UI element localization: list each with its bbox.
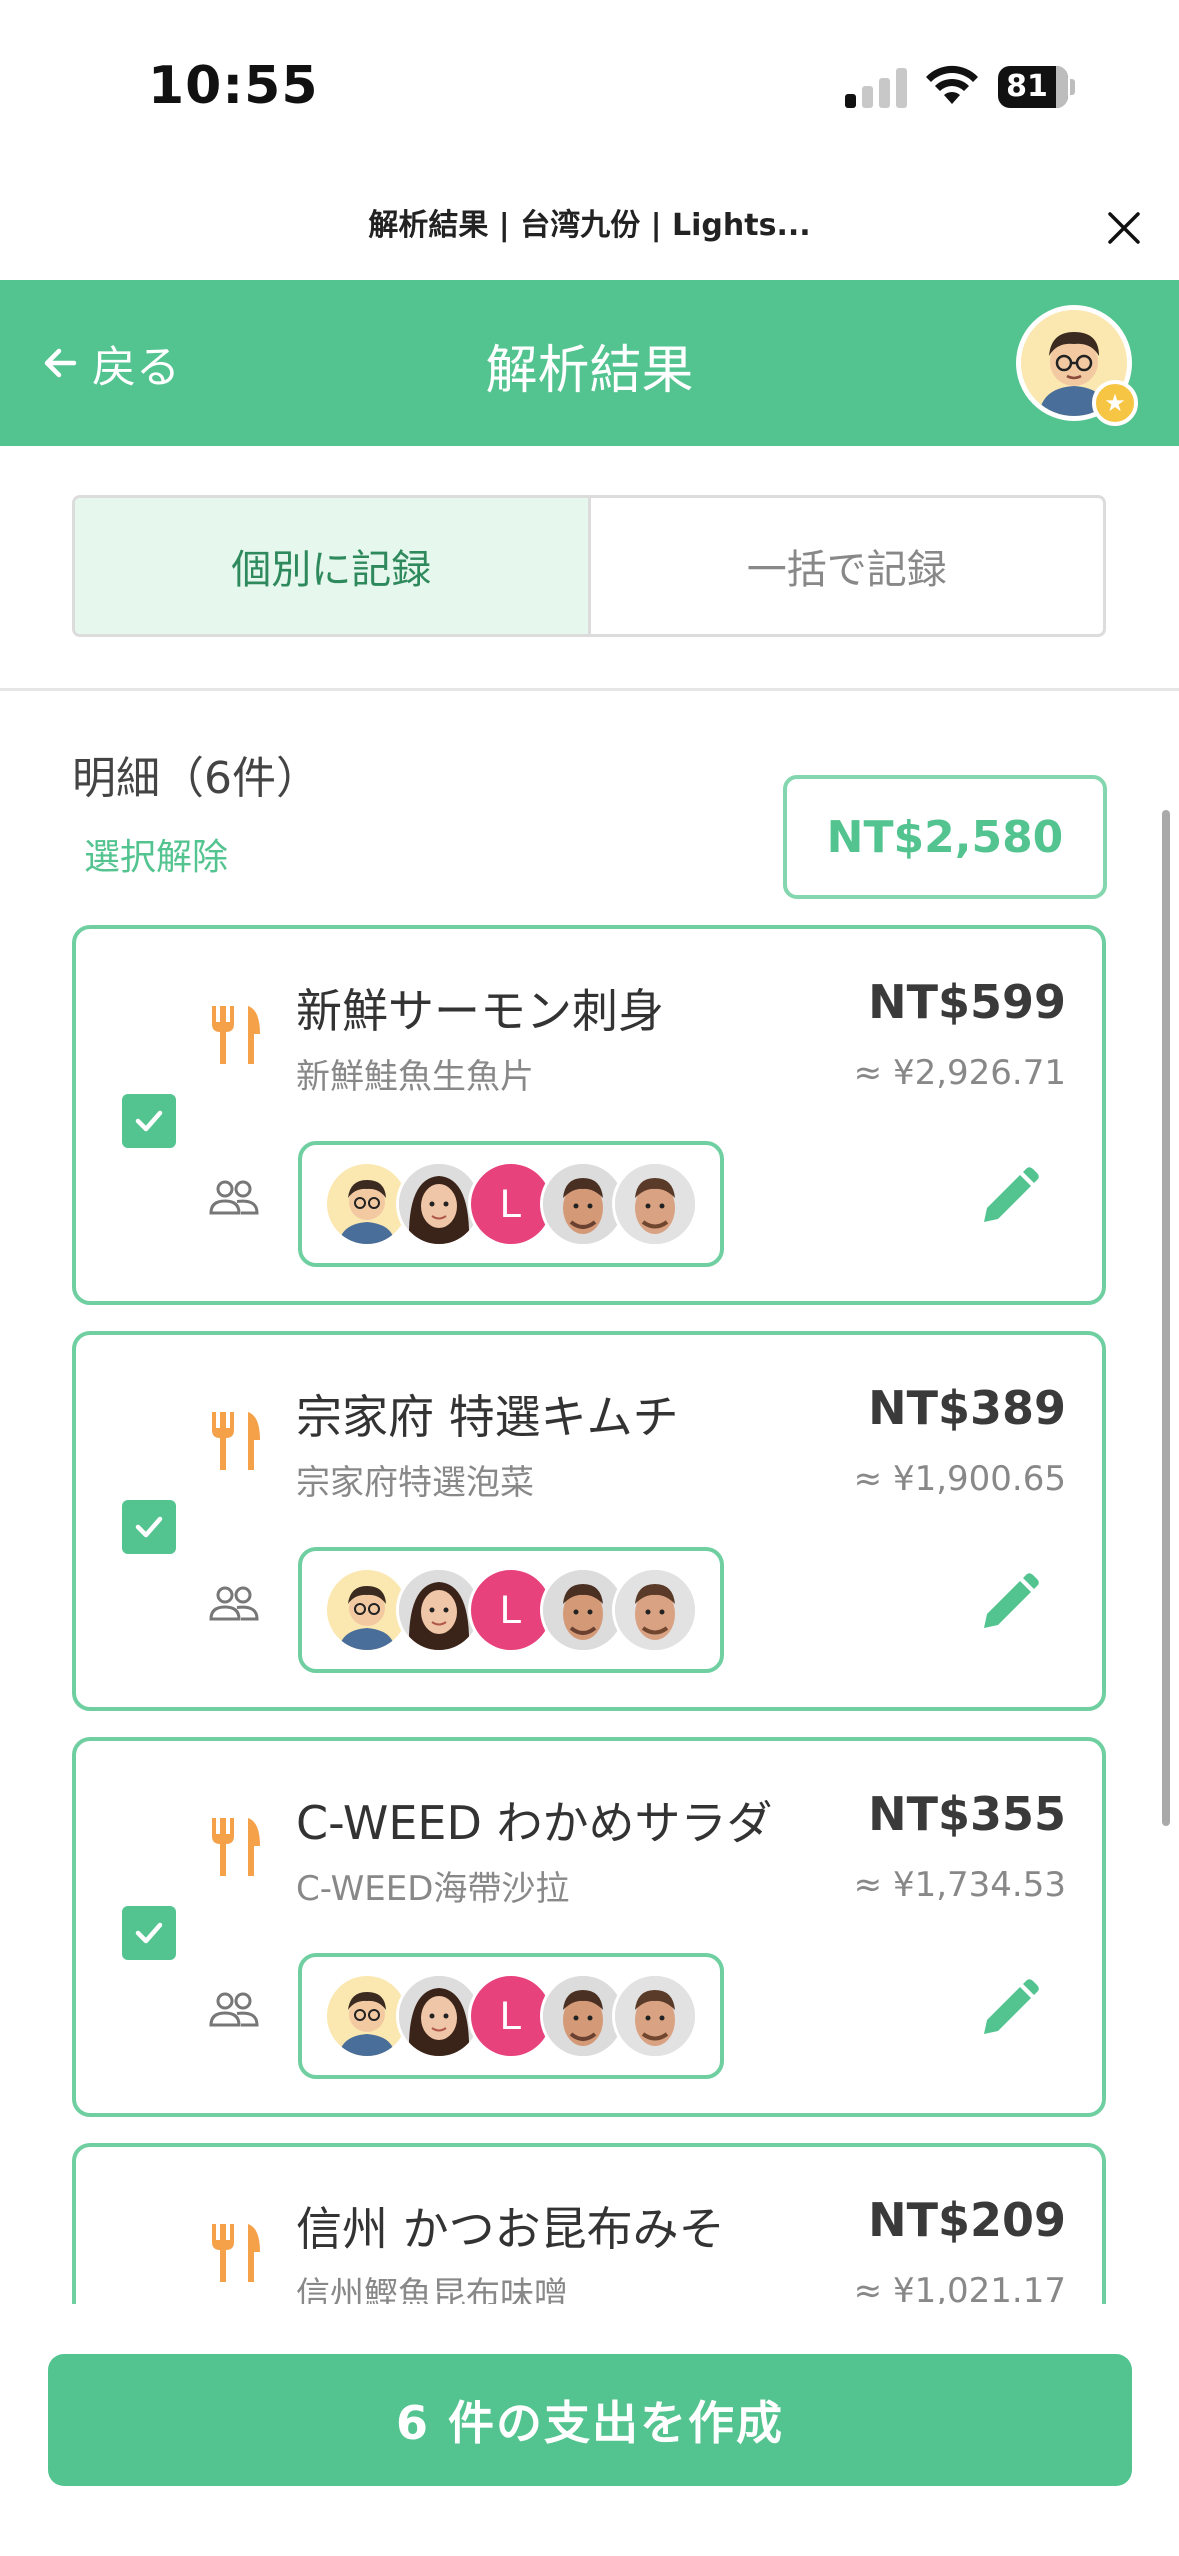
battery-level: 81 bbox=[1006, 69, 1048, 104]
total-amount: NT$2,580 bbox=[783, 775, 1107, 899]
record-mode-tabs: 個別に記録 一括で記録 bbox=[72, 495, 1106, 637]
fork-knife-icon bbox=[212, 2224, 260, 2282]
item-checkbox[interactable] bbox=[122, 1500, 176, 1554]
back-arrow-icon bbox=[44, 348, 77, 378]
participant-selector[interactable]: L bbox=[298, 1953, 724, 2079]
status-bar: 10:55 81 bbox=[0, 0, 1179, 170]
item-list: 新鮮サーモン刺身 新鮮鮭魚生魚片 NT$599 ≈ ¥2,926.71 L 宗家… bbox=[0, 920, 1179, 2304]
checkmark-icon bbox=[135, 1922, 163, 1944]
item-card[interactable]: 新鮮サーモン刺身 新鮮鮭魚生魚片 NT$599 ≈ ¥2,926.71 L bbox=[72, 925, 1106, 1305]
item-yen-equivalent: ≈ ¥1,021.17 bbox=[853, 2271, 1066, 2304]
participant-selector[interactable]: L bbox=[298, 1141, 724, 1267]
item-yen-equivalent: ≈ ¥1,734.53 bbox=[853, 1865, 1066, 1905]
bottom-bar: 6 件の支出を作成 bbox=[0, 2304, 1179, 2556]
browser-title: 解析結果 | 台湾九份 | Lights... bbox=[368, 208, 811, 243]
item-price: NT$599 bbox=[868, 975, 1066, 1029]
star-badge-icon: ★ bbox=[1092, 380, 1138, 426]
detail-count-title: 明細（6件） bbox=[72, 753, 320, 804]
battery-icon: 81 bbox=[998, 66, 1075, 108]
fork-knife-icon bbox=[212, 1818, 260, 1876]
close-icon[interactable] bbox=[1104, 208, 1144, 248]
status-time: 10:55 bbox=[148, 56, 319, 116]
back-label: 戻る bbox=[92, 342, 180, 393]
item-checkbox[interactable] bbox=[122, 1906, 176, 1960]
signal-icon bbox=[845, 68, 909, 108]
item-subtitle: C-WEED海帶沙拉 bbox=[296, 1869, 570, 1909]
item-name: 信州 かつお昆布みそ bbox=[296, 2202, 725, 2256]
tab-bulk[interactable]: 一括で記録 bbox=[591, 498, 1104, 634]
item-name: C-WEED わかめサラダ bbox=[296, 1796, 773, 1850]
deselect-link[interactable]: 選択解除 bbox=[84, 828, 228, 880]
wifi-icon bbox=[926, 65, 978, 104]
pencil-icon[interactable] bbox=[976, 1976, 1042, 2042]
checkmark-icon bbox=[135, 1110, 163, 1132]
participant-avatar bbox=[612, 1973, 698, 2059]
item-subtitle: 宗家府特選泡菜 bbox=[296, 1463, 534, 1503]
tab-individual[interactable]: 個別に記録 bbox=[75, 498, 591, 634]
item-yen-equivalent: ≈ ¥2,926.71 bbox=[853, 1053, 1066, 1093]
fork-knife-icon bbox=[212, 1006, 260, 1064]
people-icon bbox=[209, 1180, 259, 1215]
item-yen-equivalent: ≈ ¥1,900.65 bbox=[853, 1459, 1066, 1499]
item-subtitle: 新鮮鮭魚生魚片 bbox=[296, 1057, 534, 1097]
participant-avatar bbox=[612, 1567, 698, 1653]
item-card[interactable]: 宗家府 特選キムチ 宗家府特選泡菜 NT$389 ≈ ¥1,900.65 L bbox=[72, 1331, 1106, 1711]
item-card[interactable]: 信州 かつお昆布みそ 信州鰹魚昆布味噌 NT$209 ≈ ¥1,021.17 L bbox=[72, 2143, 1106, 2304]
pencil-icon[interactable] bbox=[976, 1164, 1042, 1230]
item-card[interactable]: C-WEED わかめサラダ C-WEED海帶沙拉 NT$355 ≈ ¥1,734… bbox=[72, 1737, 1106, 2117]
app-header: 戻る 解析結果 ★ bbox=[0, 280, 1179, 446]
people-icon bbox=[209, 1992, 259, 2027]
item-price: NT$389 bbox=[868, 1381, 1066, 1435]
create-expenses-button[interactable]: 6 件の支出を作成 bbox=[48, 2354, 1132, 2486]
item-name: 宗家府 特選キムチ bbox=[296, 1390, 679, 1444]
item-price: NT$209 bbox=[868, 2193, 1066, 2247]
checkmark-icon bbox=[135, 1516, 163, 1538]
item-name: 新鮮サーモン刺身 bbox=[296, 984, 664, 1038]
participant-selector[interactable]: L bbox=[298, 1547, 724, 1673]
item-price: NT$355 bbox=[868, 1787, 1066, 1841]
pencil-icon[interactable] bbox=[976, 1570, 1042, 1636]
item-subtitle: 信州鰹魚昆布味噌 bbox=[296, 2275, 568, 2304]
item-checkbox[interactable] bbox=[122, 1094, 176, 1148]
participant-avatar bbox=[612, 1161, 698, 1247]
scrollbar[interactable] bbox=[1162, 810, 1170, 1826]
fork-knife-icon bbox=[212, 1412, 260, 1470]
people-icon bbox=[209, 1586, 259, 1621]
back-button[interactable]: 戻る bbox=[40, 330, 180, 396]
divider bbox=[0, 688, 1179, 691]
